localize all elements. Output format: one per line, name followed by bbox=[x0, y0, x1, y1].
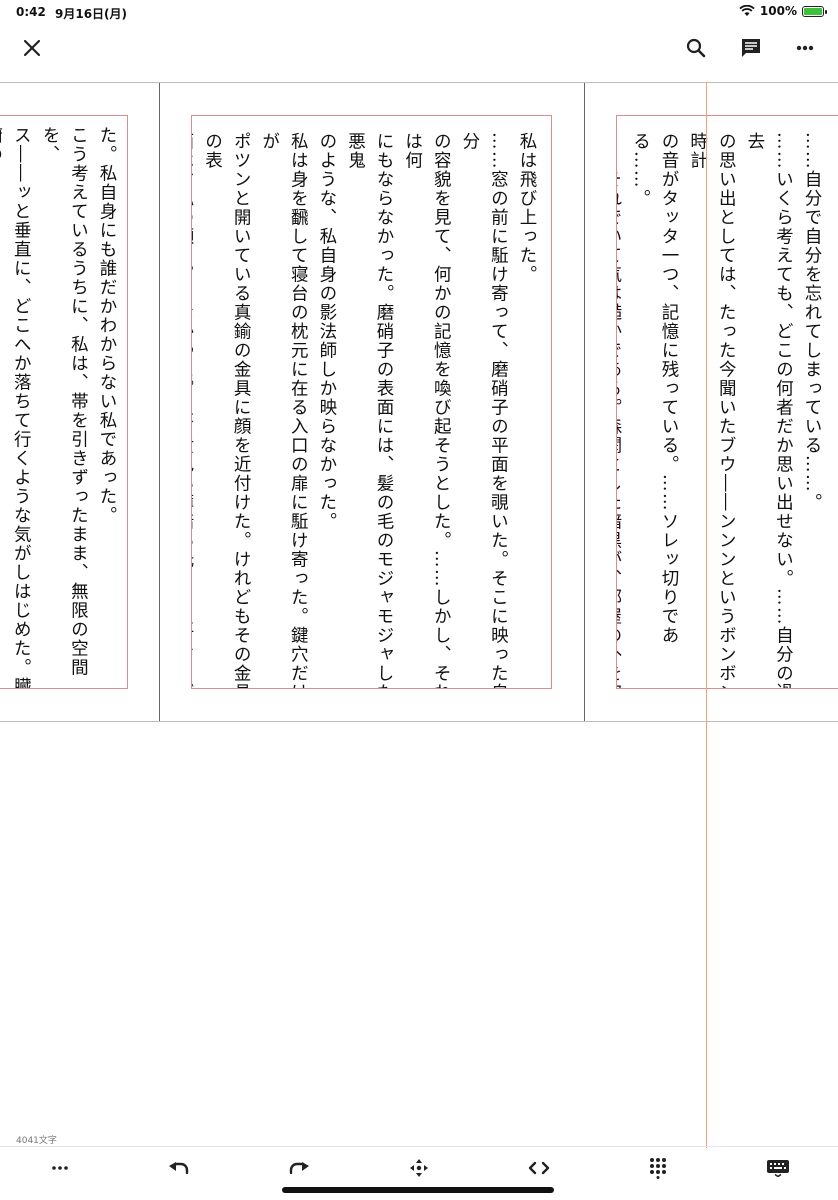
redo-button[interactable] bbox=[281, 1153, 317, 1183]
grid-button[interactable] bbox=[640, 1153, 676, 1183]
undo-button[interactable] bbox=[161, 1153, 197, 1183]
page-left[interactable]: た。私自身にも誰だかわからない私であった。 こう考えているうちに、私は、帯を引き… bbox=[0, 83, 160, 721]
home-indicator[interactable] bbox=[282, 1187, 554, 1193]
close-icon bbox=[23, 39, 41, 57]
code-button[interactable] bbox=[521, 1153, 557, 1183]
page-text-center[interactable]: 私は飛び上った。 ……窓の前に駈け寄って、磨硝子の平面を覗いた。そこに映った自分… bbox=[192, 132, 541, 688]
char-count: 4041文字 bbox=[16, 1136, 57, 1146]
grid-icon bbox=[650, 1158, 666, 1179]
close-button[interactable] bbox=[14, 30, 50, 66]
redo-icon bbox=[289, 1162, 309, 1175]
text-frame-left: た。私自身にも誰だかわからない私であった。 こう考えているうちに、私は、帯を引き… bbox=[0, 115, 128, 689]
status-bar: 0:42 9月16日(月) 100% bbox=[0, 0, 838, 26]
more-actions-button[interactable] bbox=[42, 1153, 78, 1183]
more-button[interactable] bbox=[787, 30, 823, 66]
top-toolbar bbox=[0, 26, 838, 74]
move-icon bbox=[410, 1159, 428, 1177]
keyboard-icon bbox=[767, 1160, 789, 1177]
document-canvas[interactable]: た。私自身にも誰だかわからない私であった。 こう考えているうちに、私は、帯を引き… bbox=[0, 82, 838, 722]
text-cursor-line bbox=[706, 82, 707, 1148]
more-icon bbox=[52, 1166, 68, 1170]
search-button[interactable] bbox=[678, 30, 714, 66]
wifi-icon bbox=[739, 5, 755, 16]
status-right: 100% bbox=[739, 4, 827, 18]
comment-icon bbox=[742, 39, 760, 57]
page-text-right[interactable]: ……自分で自分を忘れてしまっている……。 ……いくら考えても、どこの何者だか思い… bbox=[617, 132, 826, 688]
battery-icon bbox=[802, 5, 827, 17]
keyboard-button[interactable] bbox=[760, 1153, 796, 1183]
battery-percent: 100% bbox=[759, 4, 797, 18]
more-icon bbox=[796, 45, 814, 51]
status-date: 9月16日(月) bbox=[55, 7, 128, 21]
undo-icon bbox=[169, 1162, 189, 1175]
page-text-left[interactable]: た。私自身にも誰だかわからない私であった。 こう考えているうちに、私は、帯を引き… bbox=[0, 126, 121, 688]
move-cursor-button[interactable] bbox=[401, 1153, 437, 1183]
page-center[interactable]: 私は飛び上った。 ……窓の前に駈け寄って、磨硝子の平面を覗いた。そこに映った自分… bbox=[161, 83, 585, 721]
comment-button[interactable] bbox=[733, 30, 769, 66]
text-frame-center: 私は飛び上った。 ……窓の前に駈け寄って、磨硝子の平面を覗いた。そこに映った自分… bbox=[191, 115, 552, 689]
text-frame-right: ……自分で自分を忘れてしまっている……。 ……いくら考えても、どこの何者だか思い… bbox=[616, 115, 838, 689]
page-right[interactable]: ……自分で自分を忘れてしまっている……。 ……いくら考えても、どこの何者だか思い… bbox=[586, 83, 838, 721]
search-icon bbox=[686, 38, 706, 58]
status-time: 0:42 bbox=[16, 5, 46, 19]
code-icon bbox=[528, 1161, 550, 1175]
